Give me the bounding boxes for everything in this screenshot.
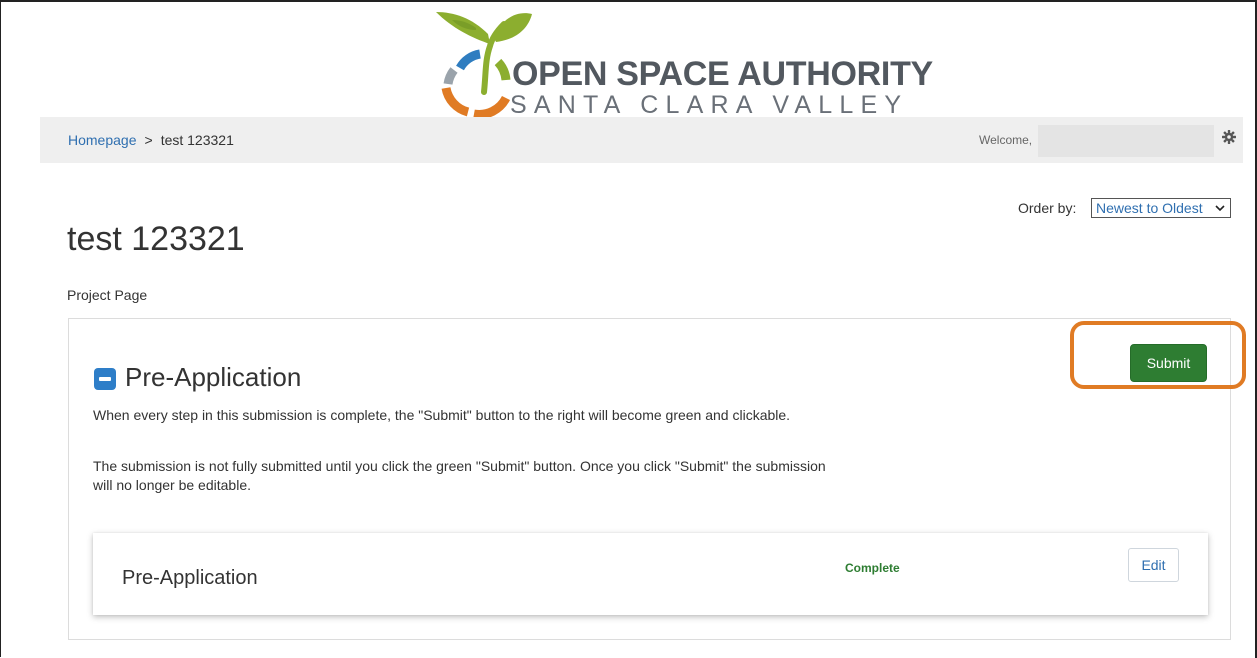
minus-square-icon[interactable]	[94, 368, 116, 390]
page-subtitle: Project Page	[67, 287, 148, 303]
welcome-text: Welcome,	[979, 133, 1033, 147]
edit-button[interactable]: Edit	[1128, 548, 1179, 582]
open-space-authority-logo[interactable]: OPEN SPACE AUTHORITY SANTA CLARA VALLEY	[428, 8, 933, 120]
step-title: Pre-Application	[122, 567, 258, 589]
breadcrumb-home-link[interactable]: Homepage	[68, 132, 137, 148]
user-name-box[interactable]	[1038, 125, 1214, 157]
submission-description-2: The submission is not fully submitted un…	[93, 458, 826, 493]
page-title: test 123321	[67, 220, 245, 258]
logo-title: OPEN SPACE AUTHORITY	[512, 55, 933, 93]
submission-description-1: When every step in this submission is co…	[93, 407, 791, 423]
submit-button[interactable]: Submit	[1130, 344, 1207, 382]
chevron-down-icon	[1215, 205, 1225, 212]
logo-subtitle: SANTA CLARA VALLEY	[510, 91, 909, 119]
order-by-label: Order by:	[1018, 200, 1077, 216]
breadcrumb-current: test 123321	[160, 132, 234, 148]
step-status-badge: Complete	[845, 561, 900, 575]
breadcrumb-separator: >	[144, 132, 153, 148]
top-nav-bar: Homepage > test 123321 Welcome,	[40, 117, 1243, 163]
order-by-select[interactable]: Newest to Oldest	[1091, 198, 1231, 218]
submission-title: Pre-Application	[125, 362, 302, 392]
order-by-selected-value: Newest to Oldest	[1096, 200, 1203, 216]
step-card: Pre-Application Complete Edit	[93, 533, 1208, 615]
gear-icon[interactable]	[1221, 129, 1237, 145]
breadcrumb: Homepage > test 123321	[68, 132, 234, 148]
